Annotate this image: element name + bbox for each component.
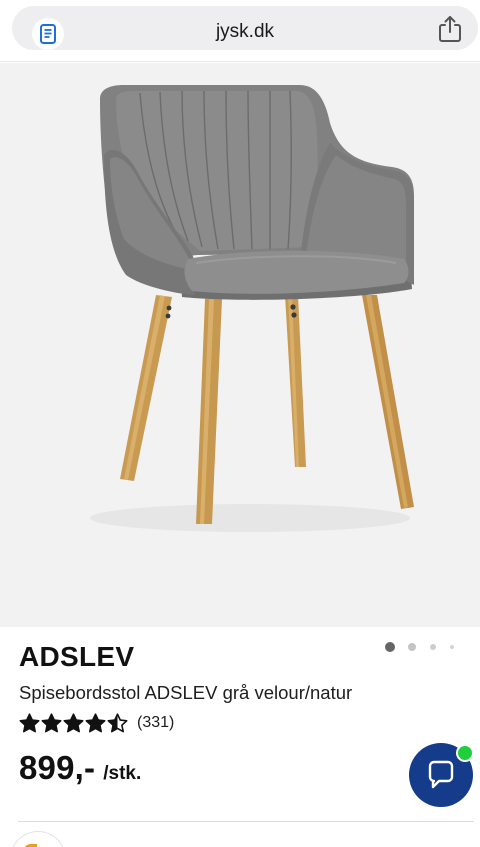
browser-address-bar: jysk.dk [0, 0, 480, 62]
product-image-gallery[interactable] [0, 63, 480, 652]
price-row: 899,- /stk. [19, 749, 141, 787]
product-title: ADSLEV [19, 641, 135, 672]
chat-online-indicator [456, 744, 474, 762]
chat-bubble-icon [428, 760, 454, 789]
review-count[interactable]: (331) [137, 714, 174, 732]
star-full-icon [41, 712, 62, 732]
carousel-dots[interactable] [384, 640, 464, 654]
carousel-dot[interactable] [450, 645, 454, 649]
price-unit: /stk. [103, 763, 142, 784]
rating-row[interactable]: (331) [19, 712, 174, 734]
product-photo-chair [90, 85, 414, 532]
carousel-dot[interactable] [430, 644, 436, 650]
star-full-icon [85, 712, 106, 732]
share-icon[interactable] [436, 14, 464, 44]
product-description: Spisebordsstol ADSLEV grå velour/natur [19, 682, 353, 703]
carousel-dot[interactable] [408, 643, 416, 651]
url-text: jysk.dk [215, 21, 275, 42]
store-badge-partial[interactable] [10, 831, 66, 847]
rating-stars [19, 712, 129, 734]
product-price: 899,- [19, 749, 96, 786]
star-half-icon [107, 712, 128, 732]
url-field[interactable]: jysk.dk [12, 6, 478, 50]
section-divider [18, 821, 474, 822]
star-full-icon [63, 712, 84, 732]
carousel-dot-active[interactable] [385, 642, 395, 652]
star-full-icon [19, 712, 40, 732]
